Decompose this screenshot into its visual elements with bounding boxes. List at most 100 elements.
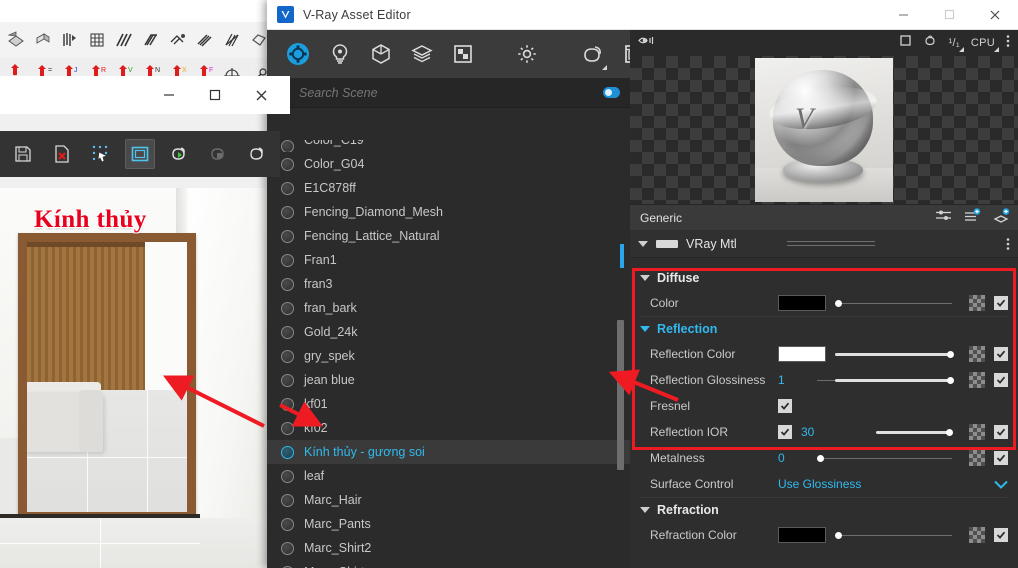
list-item[interactable]: Color_G04 (267, 152, 630, 176)
color-swatch[interactable] (778, 346, 826, 362)
maximize-button[interactable] (926, 0, 972, 30)
list-item[interactable]: kf02 (267, 416, 630, 440)
editor-toolbar[interactable] (267, 30, 650, 78)
enable-checkbox[interactable] (994, 425, 1008, 439)
list-item[interactable]: jean blue (267, 368, 630, 392)
property-extras[interactable] (969, 527, 1018, 543)
property-value[interactable]: 1 (778, 373, 808, 387)
value-slider[interactable] (835, 295, 960, 311)
chevron-down-icon[interactable] (640, 326, 650, 332)
dropdown-corner-icon[interactable] (602, 65, 607, 70)
list-item[interactable]: Fencing_Lattice_Natural (267, 224, 630, 248)
asset-editor-icon[interactable] (125, 139, 155, 169)
texture-slot-icon[interactable] (969, 450, 985, 466)
property-value[interactable]: 0 (778, 451, 808, 465)
minimize-button[interactable] (146, 78, 192, 112)
render-region-icon[interactable] (203, 139, 233, 169)
preview-eye-icon[interactable] (638, 34, 655, 52)
mirror-object[interactable] (18, 233, 196, 523)
section-header-refraction[interactable]: Refraction (630, 498, 1018, 522)
tool-icon-3[interactable] (56, 25, 83, 55)
tool-icon-1[interactable] (2, 25, 29, 55)
materials-icon[interactable] (285, 40, 311, 68)
preview-toolbar[interactable]: ¹/₁ CPU (630, 30, 1018, 56)
ior-enable-checkbox[interactable] (778, 425, 792, 439)
kebab-menu-icon[interactable] (1006, 34, 1010, 53)
property-control[interactable] (778, 346, 960, 362)
texture-slot-icon[interactable] (969, 295, 985, 311)
property-extras[interactable] (969, 424, 1018, 440)
tool-icon-8[interactable] (191, 25, 218, 55)
property-extras[interactable] (969, 450, 1018, 466)
save-icon[interactable] (8, 139, 38, 169)
property-value[interactable]: 30 (801, 425, 847, 439)
lights-icon[interactable] (328, 40, 352, 68)
list-item[interactable]: leaf (267, 464, 630, 488)
tool-icon-5[interactable] (110, 25, 137, 55)
section-header-reflection[interactable]: Reflection (630, 317, 1018, 341)
tool-icon-7[interactable] (164, 25, 191, 55)
section-header-diffuse[interactable]: Diffuse (630, 266, 1018, 290)
render-interactive-icon[interactable] (242, 139, 272, 169)
property-control[interactable] (778, 295, 960, 311)
settings-gear-icon[interactable] (515, 40, 539, 68)
delete-icon[interactable] (47, 139, 77, 169)
surface-control-value[interactable]: Use Glossiness (778, 477, 861, 491)
material-preview[interactable]: V (630, 56, 1018, 204)
list-item[interactable]: Marc_Pants (267, 512, 630, 536)
filter-sliders-icon[interactable] (935, 209, 952, 227)
list-item[interactable]: Marc_Shirt2 (267, 536, 630, 560)
property-row-refraction-color[interactable]: Refraction Color (630, 522, 1018, 548)
enable-checkbox[interactable] (994, 296, 1008, 310)
teapot-icon[interactable] (923, 34, 938, 52)
kebab-menu-icon[interactable] (1006, 237, 1010, 251)
chevron-down-icon[interactable] (638, 240, 648, 247)
property-control[interactable]: 0 (778, 450, 960, 466)
property-row-metalness[interactable]: Metalness 0 (630, 445, 1018, 471)
enable-checkbox[interactable] (994, 528, 1008, 542)
enable-checkbox[interactable] (994, 451, 1008, 465)
list-item[interactable]: kf01 (267, 392, 630, 416)
list-item[interactable]: Gold_24k (267, 320, 630, 344)
color-swatch[interactable] (778, 527, 826, 543)
list-item[interactable]: fran3 (267, 272, 630, 296)
value-slider[interactable] (817, 372, 960, 388)
tool-icon-4[interactable] (83, 25, 110, 55)
toggle-on-icon[interactable] (603, 87, 620, 98)
property-extras[interactable] (969, 372, 1018, 388)
value-slider[interactable] (835, 346, 960, 362)
select-icon[interactable] (86, 139, 116, 169)
property-extras[interactable] (969, 346, 1018, 362)
value-slider[interactable] (817, 450, 960, 466)
tool-icon-2[interactable] (29, 25, 56, 55)
close-button[interactable] (238, 78, 284, 112)
geometry-icon[interactable] (369, 40, 393, 68)
list-item[interactable]: gry_spek (267, 344, 630, 368)
search-bar[interactable] (267, 78, 630, 108)
sketchup-toolbar-row1[interactable] (0, 22, 290, 58)
preview-toolbar-right-group[interactable]: ¹/₁ CPU (899, 34, 1010, 53)
background-window-controls[interactable] (0, 76, 290, 114)
tool-icon-6[interactable] (137, 25, 164, 55)
minimize-button[interactable] (880, 0, 926, 30)
chevron-down-icon[interactable] (640, 275, 650, 281)
list-item[interactable]: E1C878ff (267, 176, 630, 200)
tool-icon-9[interactable] (218, 25, 245, 55)
enable-checkbox[interactable] (994, 373, 1008, 387)
list-item[interactable]: Fran1 (267, 248, 630, 272)
property-row-surface-control[interactable]: Surface Control Use Glossiness (630, 471, 1018, 497)
add-material-icon[interactable] (993, 207, 1010, 228)
material-row[interactable]: VRay Mtl (630, 230, 1018, 258)
generic-header-icons[interactable] (935, 207, 1010, 228)
texture-slot-icon[interactable] (969, 527, 985, 543)
list-item[interactable]: Marc_Shirt (267, 560, 630, 568)
property-row-color[interactable]: Color (630, 290, 1018, 316)
chevron-down-icon[interactable] (994, 476, 1018, 492)
list-item[interactable]: Color_C19 (267, 140, 630, 152)
render-engine-label[interactable]: CPU (971, 37, 1000, 52)
property-control[interactable]: 30 (778, 424, 960, 440)
property-row-reflection-glossiness[interactable]: Reflection Glossiness 1 (630, 367, 1018, 393)
list-item[interactable]: Marc_Hair (267, 488, 630, 512)
maximize-button[interactable] (192, 78, 238, 112)
render-icon[interactable] (164, 139, 194, 169)
